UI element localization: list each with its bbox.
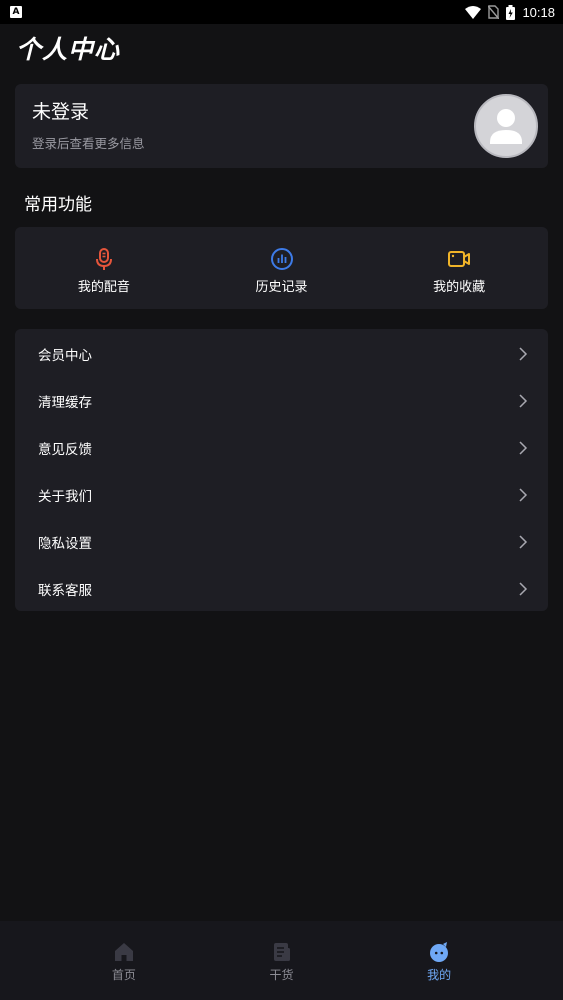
page-title: 个人中心 — [16, 35, 121, 64]
menu-item-label: 关于我们 — [38, 488, 92, 505]
battery-charging-icon — [506, 4, 516, 20]
nav-tab-mine[interactable]: 我的 — [360, 921, 518, 1000]
nav-tab-articles[interactable]: 干货 — [203, 921, 361, 1000]
status-bar: A 10:18 — [0, 0, 563, 24]
chevron-right-icon — [519, 440, 528, 455]
login-hint-text: 登录后查看更多信息 — [32, 136, 145, 151]
app-notification-icon: A — [10, 6, 22, 18]
no-sim-icon — [488, 5, 500, 19]
menu-item-privacy-settings[interactable]: 隐私设置 — [15, 518, 548, 565]
wifi-icon — [465, 5, 482, 19]
avatar[interactable] — [474, 94, 538, 158]
nav-tab-label: 干货 — [269, 968, 294, 982]
menu-item-label: 会员中心 — [38, 347, 92, 364]
chevron-right-icon — [519, 581, 528, 596]
menu-item-feedback[interactable]: 意见反馈 — [15, 424, 548, 471]
history-chart-icon — [270, 248, 293, 270]
menu-item-label: 清理缓存 — [38, 394, 92, 411]
nav-tab-home[interactable]: 首页 — [45, 921, 203, 1000]
menu-item-label: 意见反馈 — [38, 441, 92, 458]
menu-item-clear-cache[interactable]: 清理缓存 — [15, 377, 548, 424]
user-silhouette-icon — [490, 109, 522, 144]
menu-item-membership[interactable]: 会员中心 — [15, 330, 548, 377]
menu-item-about-us[interactable]: 关于我们 — [15, 471, 548, 518]
login-card[interactable]: 未登录 登录后查看更多信息 — [15, 84, 548, 168]
nav-tab-label: 首页 — [111, 968, 136, 982]
login-status-title: 未登录 — [32, 101, 90, 123]
status-time: 10:18 — [522, 4, 555, 20]
quick-item-label: 我的收藏 — [433, 280, 486, 295]
document-icon — [273, 943, 290, 961]
menu-item-label: 隐私设置 — [38, 535, 92, 552]
settings-menu: 会员中心 清理缓存 意见反馈 关于我们 隐私设置 联系客服 — [15, 329, 548, 611]
profile-face-icon — [430, 942, 449, 962]
quick-item-label: 我的配音 — [77, 280, 130, 295]
bottom-navigation: 首页 干货 我的 — [0, 921, 563, 1000]
video-camera-icon — [448, 251, 471, 267]
nav-tab-label: 我的 — [427, 968, 452, 982]
quick-item-label: 历史记录 — [255, 280, 308, 295]
section-title-common-functions: 常用功能 — [24, 195, 92, 215]
microphone-icon — [95, 248, 112, 270]
quick-functions-panel: 我的配音 历史记录 我的收藏 — [15, 227, 548, 309]
chevron-right-icon — [519, 393, 528, 408]
quick-item-history[interactable]: 历史记录 — [193, 227, 371, 309]
menu-item-label: 联系客服 — [38, 582, 92, 599]
quick-item-my-dubbing[interactable]: 我的配音 — [15, 227, 193, 309]
quick-item-favorites[interactable]: 我的收藏 — [370, 227, 548, 309]
chevron-right-icon — [519, 487, 528, 502]
home-icon — [114, 943, 133, 961]
menu-item-contact-support[interactable]: 联系客服 — [15, 565, 548, 612]
chevron-right-icon — [519, 534, 528, 549]
chevron-right-icon — [519, 346, 528, 361]
